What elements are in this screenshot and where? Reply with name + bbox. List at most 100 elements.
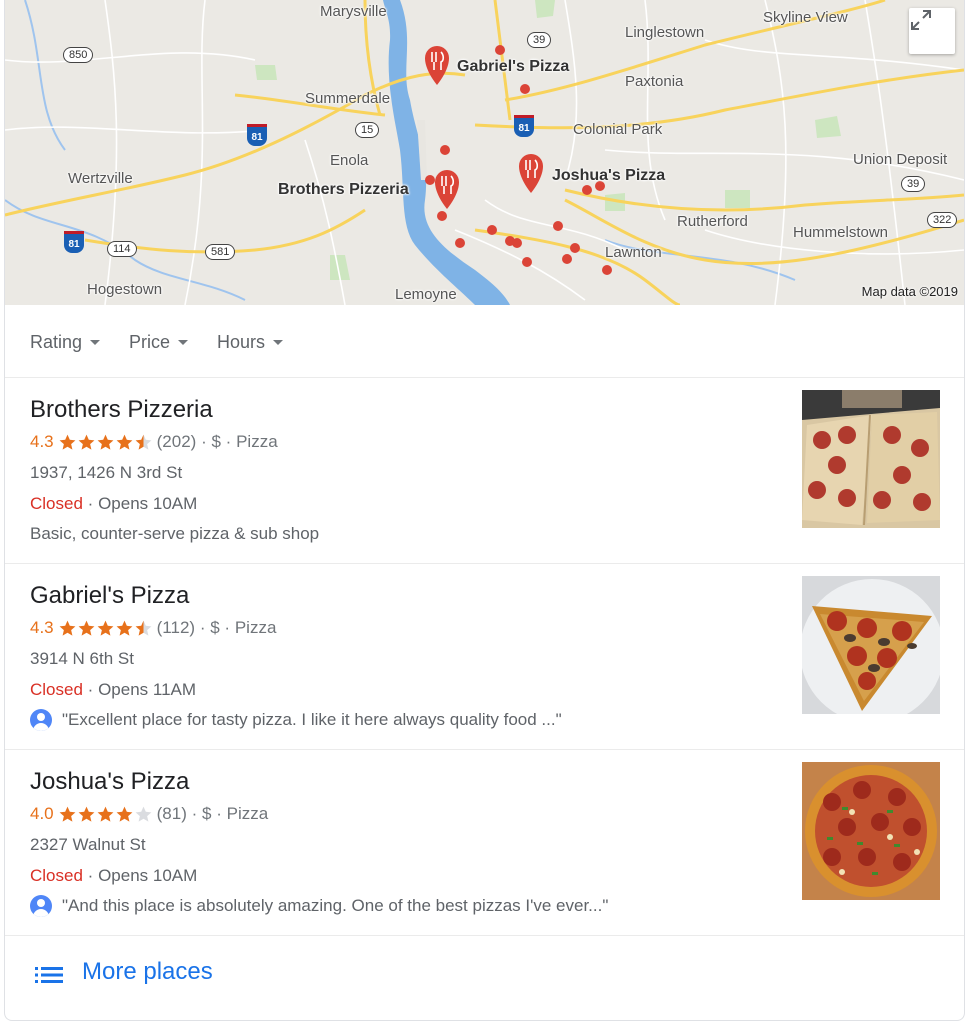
star-icon [78,620,95,636]
review-snippet: "And this place is absolutely amazing. O… [30,895,608,917]
review-text: "Excellent place for tasty pizza. I like… [62,710,562,729]
opening-hours: Opens 10AM [98,494,198,513]
listing-joshuas-pizza[interactable]: Joshua's Pizza 4.0 (81) · $ · Pizza 2327… [5,750,964,936]
separator: · [224,618,231,637]
listing-name[interactable]: Brothers Pizzeria [30,396,213,424]
star-icon [116,620,133,636]
filter-label: Hours [217,332,266,352]
address: 3914 N 6th St [30,649,134,668]
more-places-label[interactable]: More places [82,958,213,986]
listing-photo[interactable] [802,576,940,714]
review-count: (202) [156,432,197,451]
separator: · [201,432,207,451]
caret-down-icon [273,340,284,345]
route-shield-39: 39 [901,176,926,192]
star-icon [59,620,76,636]
category: Pizza [236,432,278,451]
listing-name[interactable]: Joshua's Pizza [30,768,189,796]
hours-row: Closed · Opens 10AM [30,866,197,886]
map-label-colonial-park: Colonial Park [573,121,663,138]
reviewer-avatar-icon [30,895,52,917]
interstate-shield-81: 81 [247,124,267,146]
rating-row: 4.3 (202) · $ · Pizza [30,432,278,452]
separator: · [87,680,94,699]
listing-photo[interactable] [802,390,940,528]
star-icon [135,806,152,822]
map-attribution: Map data ©2019 [861,284,958,299]
star-icon [135,434,152,450]
review-count: (81) [156,804,187,823]
map-label-rutherford: Rutherford [677,213,748,230]
filter-rating-dropdown[interactable]: Rating [30,332,101,353]
star-rating [58,805,153,824]
rating-row: 4.0 (81) · $ · Pizza [30,804,268,824]
map-pin-label-joshuas[interactable]: Joshua's Pizza [552,167,665,185]
status-closed: Closed [30,866,83,885]
caret-down-icon [90,340,101,345]
rating-score: 4.3 [30,618,54,637]
review-count: (112) [156,618,196,637]
address: 1937, 1426 N 3rd St [30,463,183,482]
local-results-card: Marysville Linglestown Skyline View Summ… [4,0,965,1021]
listing-gabriels-pizza[interactable]: Gabriel's Pizza 4.3 (112) · $ · Pizza 39… [5,564,964,750]
map[interactable]: Marysville Linglestown Skyline View Summ… [5,0,964,305]
review-snippet: "Excellent place for tasty pizza. I like… [30,709,562,731]
map-pin-brothers[interactable] [435,170,459,209]
hours-row: Closed · Opens 11AM [30,680,196,700]
map-pin-label-brothers[interactable]: Brothers Pizzeria [278,181,409,199]
separator: · [191,804,198,823]
price-level: $ [211,432,221,451]
hours-row: Closed · Opens 10AM [30,494,197,514]
map-pin-joshuas[interactable] [519,154,543,193]
expand-map-button[interactable] [909,8,955,54]
star-icon [97,620,114,636]
route-shield-39: 39 [527,32,552,48]
expand-icon [911,10,931,30]
listing-brothers-pizzeria[interactable]: Brothers Pizzeria 4.3 (202) · $ · Pizza … [5,378,964,564]
star-icon [78,434,95,450]
star-icon [97,806,114,822]
map-label-marysville: Marysville [320,3,387,20]
filter-hours-dropdown[interactable]: Hours [217,332,284,353]
filter-bar: Rating Price Hours [5,305,964,378]
star-icon [135,620,152,636]
star-icon [97,434,114,450]
address: 2327 Walnut St [30,835,146,854]
map-label-hogestown: Hogestown [87,281,163,298]
description: Basic, counter-serve pizza & sub shop [30,524,320,543]
route-shield-114: 114 [107,241,137,257]
route-shield-850: 850 [63,47,94,63]
map-label-paxtonia: Paxtonia [625,73,684,90]
map-pin-gabriels[interactable] [425,46,449,85]
separator: · [225,432,232,451]
listing-photo[interactable] [802,762,940,900]
star-rating [58,619,153,638]
separator: · [199,618,206,637]
star-icon [116,806,133,822]
separator: · [216,804,222,823]
map-label-linglestown: Linglestown [625,24,705,41]
map-label-summerdale: Summerdale [305,90,391,107]
star-icon [78,806,95,822]
filter-label: Rating [30,332,83,352]
filter-label: Price [129,332,171,352]
star-icon [59,434,76,450]
star-rating [58,433,153,452]
map-pin-label-gabriels[interactable]: Gabriel's Pizza [457,58,569,76]
star-icon [59,806,76,822]
category: Pizza [234,618,277,637]
route-shield-15: 15 [355,122,380,138]
separator: · [87,866,94,885]
map-label-wertzville: Wertzville [68,170,133,187]
status-closed: Closed [30,494,83,513]
more-places-button[interactable]: More places [5,935,964,1015]
opening-hours: Opens 10AM [98,866,198,885]
map-label-hummelstown: Hummelstown [793,224,889,241]
reviewer-avatar-icon [30,709,52,731]
pizza-photo-icon [802,390,940,528]
filter-price-dropdown[interactable]: Price [129,332,189,353]
route-shield-322: 322 [927,212,958,228]
category: Pizza [226,804,269,823]
listing-name[interactable]: Gabriel's Pizza [30,582,189,610]
status-closed: Closed [30,680,83,699]
